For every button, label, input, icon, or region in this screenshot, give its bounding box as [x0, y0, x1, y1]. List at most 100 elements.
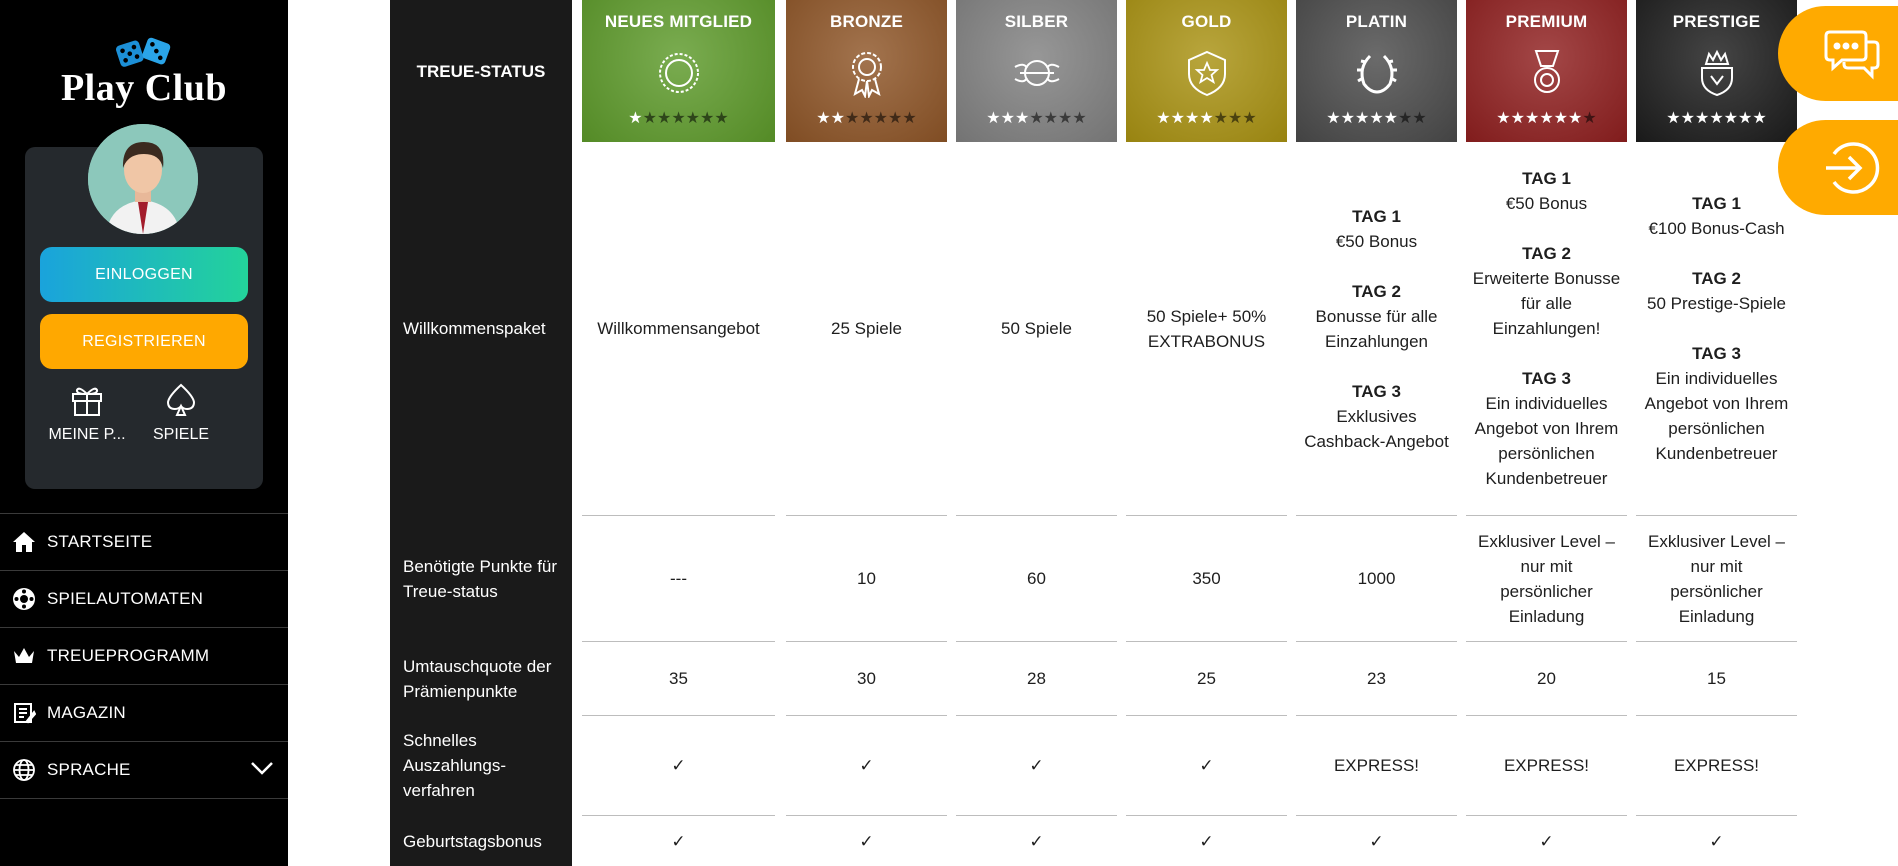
- cell-rate: 35: [669, 669, 688, 688]
- tier-header: NEUES MITGLIED ★★★★★★★: [582, 0, 775, 142]
- tier-star-rating: ★★★★★★★: [1466, 108, 1627, 128]
- medal-badge-icon: [1533, 50, 1560, 93]
- quick-link-promotions[interactable]: MEINE P...: [37, 382, 137, 444]
- cell-rate: 15: [1707, 669, 1726, 688]
- welcome-text: 25 Spiele: [831, 319, 902, 338]
- welcome-text: €50 Bonus: [1505, 194, 1588, 213]
- star-filled-icon: ★: [1752, 110, 1767, 127]
- crown-icon: [14, 648, 34, 663]
- star-filled-icon: ★: [628, 110, 643, 127]
- row-label-welcome: Willkommenspaket: [403, 319, 546, 338]
- row-label-payout: Schnelles Auszahlungs-verfahren: [403, 731, 507, 800]
- login-button[interactable]: EINLOGGEN: [40, 247, 248, 302]
- play-club-logo[interactable]: Play Club: [0, 30, 288, 110]
- tier-star-rating: ★★★★★★★: [1296, 108, 1457, 128]
- laurel-badge-icon: [1356, 54, 1397, 94]
- logo-text: Play Club: [60, 67, 228, 109]
- cell-payout: ✓: [1199, 756, 1214, 775]
- register-button[interactable]: REGISTRIEREN: [40, 314, 248, 369]
- welcome-text: €100 Bonus-Cash: [1648, 219, 1785, 238]
- winged-badge-icon: [1014, 60, 1059, 86]
- welcome-day-heading: TAG 2: [1352, 281, 1401, 301]
- welcome-text: Ein individuelles Angebot von Ihrem pers…: [1644, 369, 1789, 463]
- tier-star-rating: ★★★★★★★: [582, 108, 775, 128]
- tier-star-rating: ★★★★★★★: [956, 108, 1117, 128]
- table-header-label: TREUE-STATUS: [416, 61, 546, 81]
- tier-name: PREMIUM: [1505, 12, 1588, 31]
- rosette-badge-icon: [851, 52, 882, 98]
- cell-welcome: 25 Spiele: [792, 142, 941, 515]
- star-filled-icon: ★: [1666, 110, 1681, 127]
- chevron-down-icon[interactable]: [250, 760, 274, 776]
- star-empty-icon: ★: [1412, 110, 1427, 127]
- welcome-text: 50 Prestige-Spiele: [1647, 294, 1786, 313]
- cell-birthday: ✓: [859, 831, 874, 851]
- user-panel: EINLOGGEN REGISTRIEREN MEINE P... SPIELE: [25, 124, 263, 489]
- quick-link-games[interactable]: SPIELE: [131, 382, 231, 444]
- welcome-text: [1544, 216, 1549, 241]
- star-empty-icon: ★: [1058, 110, 1073, 127]
- star-filled-icon: ★: [1524, 110, 1540, 127]
- cell-welcome: TAG 1 €100 Bonus-Cash TAG 2 50 Prestige-Sp…: [1642, 142, 1791, 515]
- star-filled-icon: ★: [1383, 110, 1399, 127]
- tier-header: BRONZE ★★★★★★★: [786, 0, 947, 142]
- cell-welcome: 50 Spiele: [962, 142, 1111, 515]
- crown-shield-badge-icon: [1700, 49, 1733, 97]
- login-float-button[interactable]: [1778, 120, 1898, 215]
- nav-label: STARTSEITE: [47, 532, 153, 551]
- nav-item-sprache[interactable]: SPRACHE: [0, 742, 288, 799]
- welcome-text: Erweiterte Bonusse für alle Einzahlungen…: [1472, 269, 1621, 338]
- sign-in-icon: [1826, 142, 1880, 194]
- star-filled-icon: ★: [1340, 110, 1355, 127]
- tier-star-rating: ★★★★★★★: [1636, 108, 1797, 128]
- shield-star-badge-icon: [1187, 50, 1226, 97]
- nav-label: SPRACHE: [47, 760, 131, 779]
- nav-item-spielautomaten[interactable]: SPIELAUTOMATEN: [0, 571, 288, 628]
- globe-icon: [13, 759, 35, 781]
- nav-item-magazin[interactable]: MAGAZIN: [0, 685, 288, 742]
- nav-item-startseite[interactable]: STARTSEITE: [0, 513, 288, 571]
- welcome-text: Willkommensangebot: [597, 319, 760, 338]
- star-filled-icon: ★: [1156, 110, 1171, 127]
- cell-rate: 23: [1367, 669, 1386, 688]
- star-filled-icon: ★: [1680, 110, 1695, 127]
- star-filled-icon: ★: [1184, 110, 1200, 127]
- quick-link-label: SPIELE: [152, 426, 210, 443]
- cell-payout: ✓: [859, 756, 874, 775]
- tier-name: PRESTIGE: [1672, 12, 1761, 31]
- welcome-text: [1374, 254, 1379, 279]
- tier-star-rating: ★★★★★★★: [786, 108, 947, 128]
- star-filled-icon: ★: [1000, 110, 1015, 127]
- gift-icon: [72, 387, 102, 416]
- main-navigation: STARTSEITE SPIELAUTOMATEN TREUEPROGRAMM …: [0, 513, 288, 799]
- nav-item-treueprogramm[interactable]: TREUEPROGRAMM: [0, 628, 288, 685]
- cell-birthday: ✓: [671, 831, 686, 851]
- star-empty-icon: ★: [888, 110, 903, 127]
- cell-points: Exklusiver Level – nur mit persönlicher …: [1647, 531, 1785, 626]
- magazine-icon: [14, 703, 36, 724]
- welcome-text: 50 Spiele: [1001, 319, 1072, 338]
- star-empty-icon: ★: [1213, 110, 1229, 127]
- star-empty-icon: ★: [902, 110, 917, 127]
- welcome-text: [1714, 241, 1719, 266]
- tier-header: SILBER ★★★★★★★: [956, 0, 1117, 142]
- nav-label: SPIELAUTOMATEN: [47, 589, 204, 608]
- chat-button[interactable]: [1778, 6, 1898, 101]
- star-filled-icon: ★: [1496, 110, 1511, 127]
- home-icon: [13, 532, 35, 552]
- cell-welcome: TAG 1 €50 Bonus TAG 2 Erweiterte Bonusse f…: [1472, 142, 1621, 515]
- welcome-text: [1714, 316, 1719, 341]
- welcome-day-heading: TAG 3: [1692, 344, 1741, 363]
- star-filled-icon: ★: [1568, 110, 1583, 127]
- star-empty-icon: ★: [1582, 110, 1597, 127]
- star-filled-icon: ★: [1199, 110, 1214, 127]
- cell-rate: 20: [1537, 669, 1556, 688]
- welcome-text: Exklusives Cashback-Angebot: [1304, 406, 1449, 451]
- welcome-text: [1374, 354, 1379, 379]
- cell-welcome: TAG 1 €50 Bonus TAG 2 Bonusse für alle Ein…: [1302, 142, 1451, 515]
- user-avatar-icon: [88, 124, 198, 234]
- star-filled-icon: ★: [1369, 110, 1384, 127]
- cell-payout: ✓: [1029, 756, 1044, 775]
- avatar: [88, 124, 198, 234]
- star-empty-icon: ★: [1398, 110, 1413, 127]
